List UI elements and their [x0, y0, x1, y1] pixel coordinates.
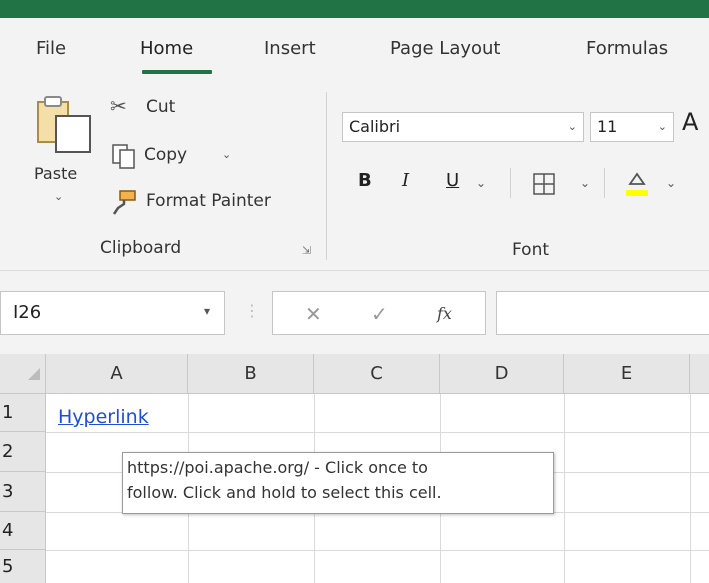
chevron-down-icon: ⌄	[567, 120, 577, 133]
gridline	[46, 550, 709, 551]
font-size-value: 11	[597, 117, 618, 136]
fill-color-dropdown-icon[interactable]: ⌄	[666, 176, 676, 190]
paste-dropdown-icon[interactable]: ⌄	[54, 190, 63, 203]
copy-label: Copy	[144, 145, 188, 165]
active-tab-indicator	[142, 70, 212, 74]
tooltip-line-1: https://poi.apache.org/ - Click once to	[127, 458, 428, 477]
format-painter-button[interactable]: Format Painter	[110, 188, 310, 218]
cancel-icon[interactable]: ✕	[305, 302, 322, 326]
format-painter-icon	[112, 190, 136, 215]
font-group-label: Font	[512, 240, 550, 260]
borders-dropdown-icon[interactable]: ⌄	[580, 176, 590, 190]
hyperlink-tooltip: https://poi.apache.org/ - Click once to …	[122, 452, 554, 514]
tab-page-layout[interactable]: Page Layout	[390, 38, 501, 59]
column-header-b[interactable]: B	[188, 354, 314, 394]
column-header-f[interactable]	[690, 354, 709, 394]
tab-file[interactable]: File	[36, 38, 66, 59]
row-header-1[interactable]: 1	[0, 394, 46, 432]
copy-icon	[112, 144, 135, 169]
formula-input[interactable]	[496, 291, 709, 335]
paste-button[interactable]: Paste ⌄	[32, 94, 96, 214]
paste-icon	[37, 96, 91, 153]
tooltip-line-2: follow. Click and hold to select this ce…	[127, 483, 442, 502]
formula-buttons: ✕ ✓ fx	[272, 291, 486, 335]
name-box[interactable]: I26 ▾	[0, 291, 225, 335]
scissors-icon: ✂	[110, 94, 127, 118]
clipboard-dialog-launcher-icon[interactable]: ⇲	[302, 244, 311, 257]
tab-home[interactable]: Home	[140, 38, 193, 59]
gridline	[564, 394, 565, 583]
insert-function-icon[interactable]: fx	[437, 304, 452, 323]
worksheet-grid[interactable]: A B C D E 1 2 3 4 5 Hyperlink https://po…	[0, 354, 709, 583]
font-name-value: Calibri	[349, 117, 401, 136]
name-box-value: I26	[13, 302, 42, 323]
clipboard-group-label: Clipboard	[100, 238, 182, 258]
grow-font-button[interactable]: A	[682, 108, 698, 136]
group-separator	[326, 92, 327, 260]
cut-button[interactable]: ✂ Cut	[110, 94, 210, 124]
formula-bar-grip-icon: ⋮	[244, 301, 260, 320]
row-header-5[interactable]: 5	[0, 550, 46, 583]
copy-dropdown-icon[interactable]: ⌄	[222, 148, 231, 161]
chevron-down-icon: ▾	[203, 304, 210, 318]
column-header-a[interactable]: A	[46, 354, 188, 394]
column-header-e[interactable]: E	[564, 354, 690, 394]
underline-button[interactable]: U	[446, 170, 459, 191]
select-all-corner[interactable]	[0, 354, 46, 394]
underline-dropdown-icon[interactable]: ⌄	[476, 176, 486, 190]
cut-label: Cut	[146, 97, 176, 117]
borders-icon[interactable]	[532, 172, 556, 196]
row-header-3[interactable]: 3	[0, 472, 46, 512]
bold-button[interactable]: B	[358, 170, 372, 191]
ribbon-home: Paste ⌄ ✂ Cut Copy ⌄ Format Painter Clip…	[0, 84, 709, 270]
paste-label: Paste	[34, 164, 78, 183]
format-painter-label: Format Painter	[146, 191, 271, 211]
separator	[510, 168, 511, 198]
italic-button[interactable]: I	[402, 170, 409, 191]
cell-a1-hyperlink[interactable]: Hyperlink	[58, 406, 149, 428]
gridline	[690, 394, 691, 583]
tab-insert[interactable]: Insert	[264, 38, 316, 59]
separator	[604, 168, 605, 198]
formula-bar: I26 ▾ ⋮ ✕ ✓ fx	[0, 270, 709, 355]
font-name-select[interactable]: Calibri ⌄	[342, 112, 584, 142]
row-header-2[interactable]: 2	[0, 432, 46, 472]
gridline	[46, 432, 709, 433]
title-bar-strip	[0, 0, 709, 18]
chevron-down-icon: ⌄	[657, 120, 667, 133]
tab-formulas[interactable]: Formulas	[586, 38, 668, 59]
column-header-c[interactable]: C	[314, 354, 440, 394]
row-header-4[interactable]: 4	[0, 512, 46, 550]
copy-button[interactable]: Copy ⌄	[110, 142, 240, 172]
enter-icon[interactable]: ✓	[371, 302, 388, 326]
font-size-select[interactable]: 11 ⌄	[590, 112, 674, 142]
select-all-triangle-icon	[28, 368, 40, 380]
fill-color-icon[interactable]	[622, 168, 652, 198]
ribbon-tabs: File Home Insert Page Layout Formulas	[0, 18, 709, 84]
column-header-d[interactable]: D	[440, 354, 564, 394]
